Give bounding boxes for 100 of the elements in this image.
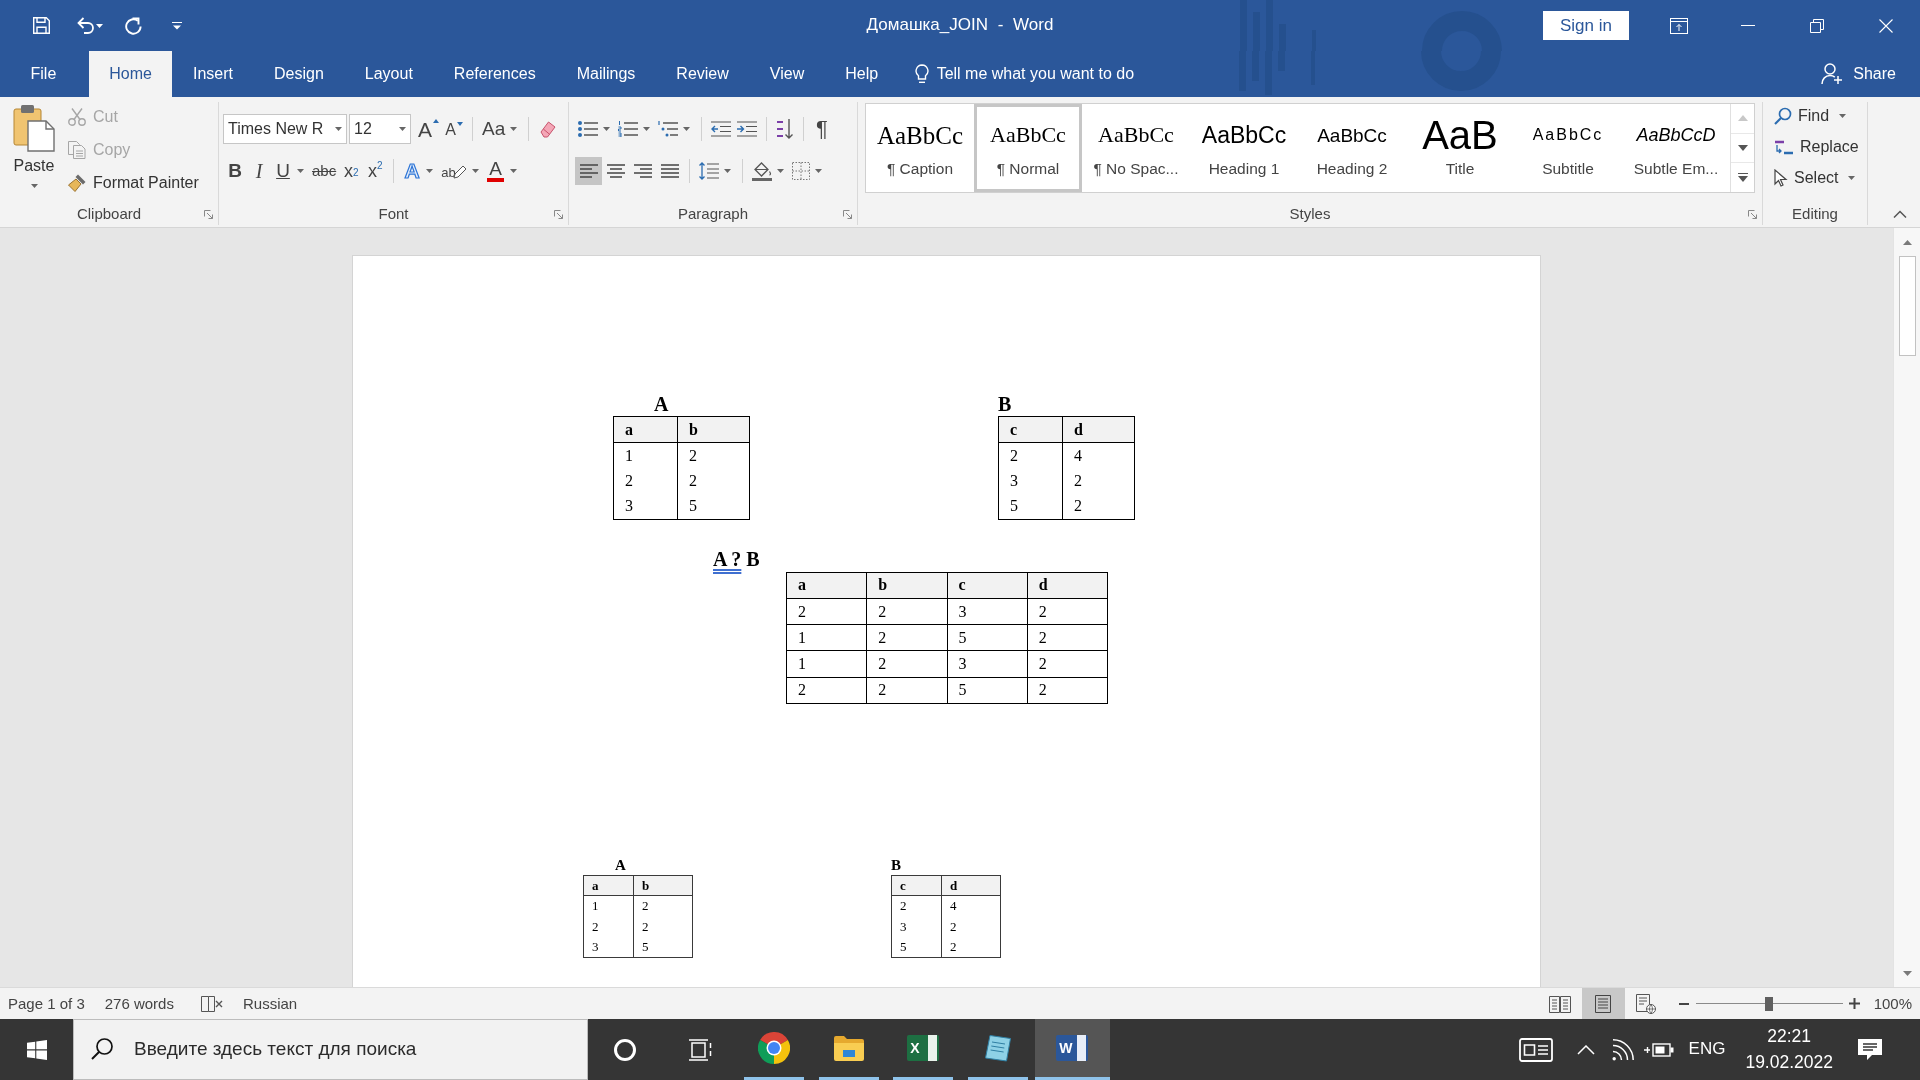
share-button[interactable]: Share: [1821, 51, 1896, 97]
book-error-icon[interactable]: [200, 995, 223, 1012]
style-option[interactable]: AaBbCc ¶ No Spac...: [1082, 104, 1190, 192]
style-option[interactable]: AaBbCc Heading 1: [1190, 104, 1298, 192]
save-icon[interactable]: [33, 17, 50, 34]
clock-time[interactable]: 22:21: [1767, 1024, 1812, 1050]
zoom-slider-thumb[interactable]: [1765, 996, 1774, 1011]
font-size-combobox[interactable]: 12: [349, 113, 411, 144]
bullet-list-icon[interactable]: [578, 120, 598, 137]
search-field[interactable]: Введите здесь текст для поиска: [73, 1019, 588, 1080]
tell-me-field[interactable]: Tell me what you want to do: [936, 64, 1172, 84]
news-icon[interactable]: [1518, 1037, 1553, 1062]
taskbar-app-button[interactable]: W: [1035, 1019, 1110, 1080]
find-button[interactable]: Find: [1772, 102, 1849, 130]
zoom-level[interactable]: 100%: [1873, 994, 1920, 1013]
ribbon-tab[interactable]: Help: [824, 51, 899, 97]
minimize-icon[interactable]: [1740, 25, 1755, 26]
eraser-icon[interactable]: [538, 119, 557, 138]
scroll-down-icon[interactable]: [1737, 145, 1748, 151]
caret-icon[interactable]: [426, 168, 434, 173]
caret-icon[interactable]: [471, 168, 479, 173]
style-option[interactable]: AaBbCc ¶ Normal: [974, 104, 1082, 192]
borders-icon[interactable]: [792, 161, 810, 180]
taskbar-app-button[interactable]: X: [886, 1019, 961, 1080]
increase-indent-icon[interactable]: [737, 120, 757, 137]
select-button[interactable]: Select: [1772, 164, 1858, 192]
caret-icon[interactable]: [777, 168, 784, 173]
ribbon-tab[interactable]: Insert: [172, 51, 254, 97]
dialog-launcher-icon[interactable]: [843, 209, 852, 219]
caret-icon[interactable]: [509, 168, 517, 173]
undo-icon[interactable]: [77, 17, 94, 34]
ribbon-tab[interactable]: Home: [88, 51, 173, 97]
word-count[interactable]: 276 words: [94, 994, 184, 1013]
restore-icon[interactable]: [1809, 18, 1824, 33]
change-case-button[interactable]: Aa: [479, 114, 509, 143]
style-option[interactable]: AaBbCcD Subtle Em...: [1622, 104, 1730, 192]
paste-button[interactable]: Paste: [6, 102, 62, 202]
clock-date[interactable]: 19.02.2022: [1745, 1049, 1833, 1075]
style-option[interactable]: AaBbCc ¶ Caption: [866, 104, 974, 192]
print-layout-button[interactable]: [1581, 988, 1625, 1019]
style-option[interactable]: AaB Title: [1406, 104, 1514, 192]
caret-icon[interactable]: [815, 168, 822, 173]
caret-icon[interactable]: [683, 126, 690, 131]
style-option[interactable]: AaBbCc Heading 2: [1298, 104, 1406, 192]
customize-toolbar-icon[interactable]: [172, 21, 182, 30]
replace-button[interactable]: Replace: [1772, 133, 1861, 161]
caret-icon[interactable]: [724, 168, 731, 173]
chevron-up-icon[interactable]: [1576, 1044, 1595, 1055]
caret-icon[interactable]: [96, 23, 103, 28]
caret-icon[interactable]: [643, 126, 650, 131]
show-formatting-marks-button[interactable]: ¶: [810, 114, 834, 143]
grow-font-button[interactable]: A: [415, 114, 442, 143]
more-icon[interactable]: [1737, 173, 1748, 183]
collapse-ribbon-icon[interactable]: [1893, 210, 1907, 218]
task-view-icon[interactable]: [687, 1038, 712, 1061]
dialog-launcher-icon[interactable]: [1748, 209, 1757, 219]
scrollbar-thumb[interactable]: [1898, 256, 1916, 356]
font-name-combobox[interactable]: Times New R: [223, 113, 347, 144]
superscript-button[interactable]: x$^{2}$: [363, 156, 388, 185]
underline-button[interactable]: U: [271, 156, 295, 185]
strikethrough-button[interactable]: abc: [309, 156, 340, 185]
style-option[interactable]: AaBbCc Subtitle: [1514, 104, 1622, 192]
input-language[interactable]: ENG: [1688, 1039, 1726, 1060]
ribbon-tab[interactable]: Design: [253, 51, 345, 97]
ribbon-tab[interactable]: Layout: [344, 51, 434, 97]
redo-icon[interactable]: [124, 16, 142, 35]
minus-icon[interactable]: [1678, 1002, 1689, 1005]
align-left-button[interactable]: [575, 156, 602, 185]
language-indicator[interactable]: Russian: [232, 994, 308, 1013]
page-indicator[interactable]: Page 1 of 3: [0, 994, 95, 1013]
ribbon-tab[interactable]: View: [749, 51, 825, 97]
ring-icon[interactable]: [614, 1038, 637, 1061]
plus-icon[interactable]: [1848, 998, 1860, 1009]
shrink-font-button[interactable]: A: [442, 114, 466, 143]
italic-button[interactable]: I: [247, 156, 271, 185]
notification-icon[interactable]: [1858, 1039, 1882, 1060]
sort-icon[interactable]: [776, 118, 794, 139]
dialog-launcher-icon[interactable]: [554, 209, 563, 219]
wifi-icon[interactable]: [1611, 1038, 1634, 1061]
caret-icon[interactable]: [297, 168, 304, 173]
ribbon-tab[interactable]: Mailings: [556, 51, 656, 97]
battery-plug-icon[interactable]: [1643, 1041, 1674, 1058]
highlight-button[interactable]: ab: [438, 156, 470, 185]
paint-bucket-icon[interactable]: [752, 160, 772, 181]
format-painter-button[interactable]: Format Painter: [66, 168, 201, 198]
start-icon[interactable]: [26, 1039, 47, 1060]
close-icon[interactable]: [1878, 18, 1893, 33]
vertical-scrollbar[interactable]: [1893, 228, 1920, 987]
multilevel-list-icon[interactable]: [658, 120, 678, 137]
ribbon-tab[interactable]: Review: [655, 51, 750, 97]
scroll-down-icon[interactable]: [1902, 970, 1912, 976]
ribbon-display-options-icon[interactable]: [1669, 17, 1688, 34]
caret-icon[interactable]: [510, 126, 518, 131]
scroll-up-icon[interactable]: [1902, 239, 1912, 245]
sign-in-button[interactable]: Sign in: [1543, 11, 1629, 40]
numbered-list-icon[interactable]: [618, 120, 638, 137]
caret-icon[interactable]: [603, 126, 610, 131]
decrease-indent-icon[interactable]: [711, 120, 731, 137]
dialog-launcher-icon[interactable]: [204, 209, 213, 219]
ribbon-tab[interactable]: References: [433, 51, 557, 97]
